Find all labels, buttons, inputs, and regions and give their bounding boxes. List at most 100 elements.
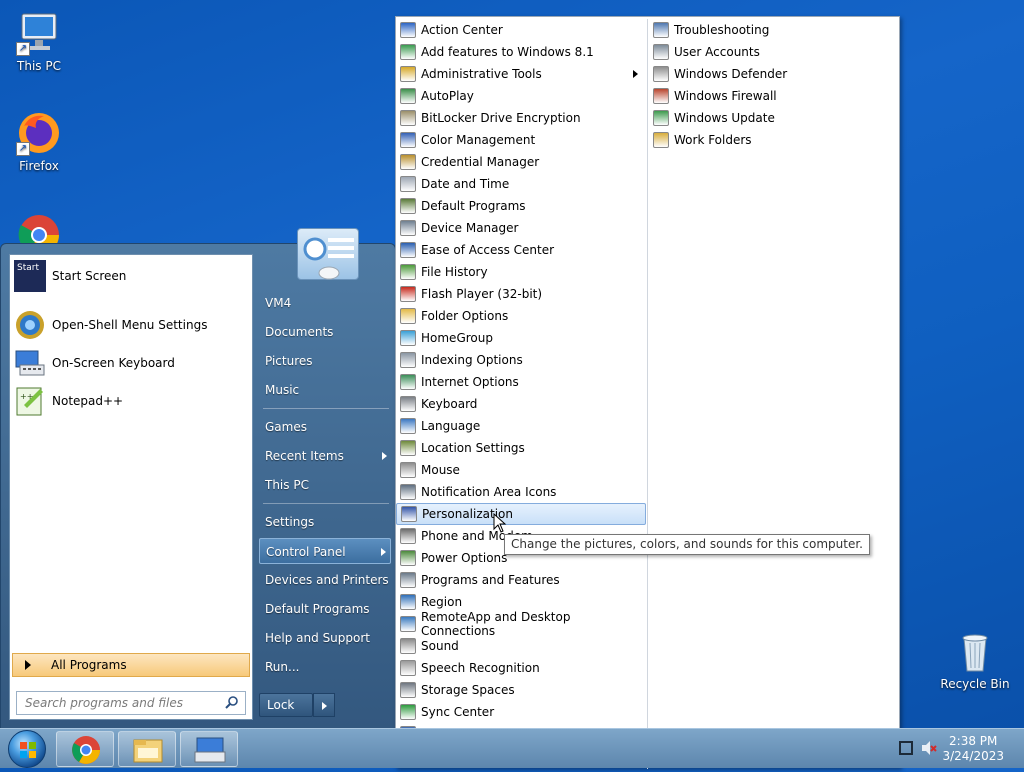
- start-item-help-and-support[interactable]: Help and Support: [259, 625, 391, 651]
- cp-item-windows-defender[interactable]: Windows Defender: [649, 63, 899, 85]
- folder-options-icon: [400, 308, 416, 324]
- desktop-icon-firefox[interactable]: ↗ Firefox: [1, 110, 77, 173]
- pinned-on-screen-keyboard[interactable]: On-Screen Keyboard: [12, 345, 250, 381]
- cp-item-language[interactable]: Language: [396, 415, 646, 437]
- start-item-label: Music: [265, 383, 300, 397]
- start-item-games[interactable]: Games: [259, 414, 391, 440]
- cp-item-troubleshooting[interactable]: Troubleshooting: [649, 19, 899, 41]
- search-input[interactable]: [23, 695, 219, 711]
- taskbar-chrome[interactable]: [56, 731, 114, 767]
- start-item-music[interactable]: Music: [259, 377, 391, 403]
- cp-item-default-programs[interactable]: Default Programs: [396, 195, 646, 217]
- start-item-recent-items[interactable]: Recent Items: [259, 443, 391, 469]
- cp-item-windows-update[interactable]: Windows Update: [649, 107, 899, 129]
- cp-item-action-center[interactable]: Action Center: [396, 19, 646, 41]
- homegroup-icon: [400, 330, 416, 346]
- user-picture[interactable]: [297, 228, 359, 280]
- cp-item-speech-recognition[interactable]: Speech Recognition: [396, 657, 646, 679]
- menu-separator: [263, 408, 389, 409]
- cp-item-user-accounts[interactable]: User Accounts: [649, 41, 899, 63]
- start-item-pictures[interactable]: Pictures: [259, 348, 391, 374]
- cp-item-location-settings[interactable]: Location Settings: [396, 437, 646, 459]
- cp-item-personalization[interactable]: Personalization: [396, 503, 646, 525]
- start-item-control-panel[interactable]: Control Panel: [259, 538, 391, 564]
- taskbar-file-explorer[interactable]: [118, 731, 176, 767]
- cp-item-folder-options[interactable]: Folder Options: [396, 305, 646, 327]
- cp-item-label: Sync Center: [421, 705, 495, 719]
- cp-item-mouse[interactable]: Mouse: [396, 459, 646, 481]
- start-item-devices-and-printers[interactable]: Devices and Printers: [259, 567, 391, 593]
- flash-player-32-bit-icon: [400, 286, 416, 302]
- pinned-notepad-plus-plus[interactable]: ++ Notepad++: [12, 383, 250, 419]
- cp-item-date-and-time[interactable]: Date and Time: [396, 173, 646, 195]
- desktop-icon-label: This PC: [17, 59, 61, 73]
- speech-recognition-icon: [400, 660, 416, 676]
- pinned-label: On-Screen Keyboard: [52, 356, 175, 370]
- cp-item-label: Troubleshooting: [674, 23, 770, 37]
- start-item-documents[interactable]: Documents: [259, 319, 391, 345]
- clock[interactable]: 2:38 PM 3/24/2023: [942, 734, 1004, 764]
- cp-item-sync-center[interactable]: Sync Center: [396, 701, 646, 723]
- network-icon[interactable]: [899, 741, 913, 755]
- cp-item-credential-manager[interactable]: Credential Manager: [396, 151, 646, 173]
- cp-item-keyboard[interactable]: Keyboard: [396, 393, 646, 415]
- cp-item-homegroup[interactable]: HomeGroup: [396, 327, 646, 349]
- cp-item-autoplay[interactable]: AutoPlay: [396, 85, 646, 107]
- cp-item-label: Device Manager: [421, 221, 519, 235]
- cp-item-label: Administrative Tools: [421, 67, 542, 81]
- sound-icon: [400, 638, 416, 654]
- cp-item-programs-and-features[interactable]: Programs and Features: [396, 569, 646, 591]
- desktop-icon-recycle-bin[interactable]: Recycle Bin: [937, 628, 1013, 691]
- pinned-label: Notepad++: [52, 394, 124, 408]
- search-icon[interactable]: [225, 695, 239, 712]
- clock-time: 2:38 PM: [949, 734, 998, 748]
- lock-button[interactable]: Lock: [259, 693, 313, 717]
- date-and-time-icon: [400, 176, 416, 192]
- cp-item-label: AutoPlay: [421, 89, 474, 103]
- cp-item-remoteapp-and-desktop-connections[interactable]: RemoteApp and Desktop Connections: [396, 610, 646, 638]
- cp-item-ease-of-access-center[interactable]: Ease of Access Center: [396, 239, 646, 261]
- cp-item-notification-area-icons[interactable]: Notification Area Icons: [396, 481, 646, 503]
- pinned-start-screen[interactable]: Start Start Screen: [12, 258, 250, 294]
- start-item-label: Control Panel: [266, 545, 346, 559]
- cp-item-label: Region: [421, 595, 463, 609]
- action-center-icon: [400, 22, 416, 38]
- start-item-default-programs[interactable]: Default Programs: [259, 596, 391, 622]
- pinned-open-shell-settings[interactable]: Open-Shell Menu Settings: [12, 307, 250, 343]
- lock-options-button[interactable]: [313, 693, 335, 717]
- start-item-this-pc[interactable]: This PC: [259, 472, 391, 498]
- cp-item-work-folders[interactable]: Work Folders: [649, 129, 899, 151]
- notepad-plus-plus-icon: ++: [14, 385, 46, 417]
- firefox-icon: ↗: [16, 110, 62, 156]
- start-item-label: Default Programs: [265, 602, 370, 616]
- cp-item-label: Windows Defender: [674, 67, 788, 81]
- cp-item-color-management[interactable]: Color Management: [396, 129, 646, 151]
- cp-item-storage-spaces[interactable]: Storage Spaces: [396, 679, 646, 701]
- cp-item-bitlocker-drive-encryption[interactable]: BitLocker Drive Encryption: [396, 107, 646, 129]
- internet-options-icon: [400, 374, 416, 390]
- programs-and-features-icon: [400, 572, 416, 588]
- keyboard-icon: [400, 396, 416, 412]
- cp-item-indexing-options[interactable]: Indexing Options: [396, 349, 646, 371]
- work-folders-icon: [653, 132, 669, 148]
- start-item-settings[interactable]: Settings: [259, 509, 391, 535]
- notification-area-icons-icon: [400, 484, 416, 500]
- volume-muted-icon[interactable]: [921, 740, 937, 759]
- taskbar-on-screen-keyboard[interactable]: [180, 731, 238, 767]
- cp-item-file-history[interactable]: File History: [396, 261, 646, 283]
- cp-item-device-manager[interactable]: Device Manager: [396, 217, 646, 239]
- cp-item-internet-options[interactable]: Internet Options: [396, 371, 646, 393]
- start-item-run[interactable]: Run...: [259, 654, 391, 680]
- file-history-icon: [400, 264, 416, 280]
- cp-item-add-features-to-windows-8-1[interactable]: Add features to Windows 8.1: [396, 41, 646, 63]
- start-item-vm4[interactable]: VM4: [259, 290, 391, 316]
- cp-item-flash-player-32-bit[interactable]: Flash Player (32-bit): [396, 283, 646, 305]
- desktop-icon-this-pc[interactable]: ↗ This PC: [1, 10, 77, 73]
- cp-item-windows-firewall[interactable]: Windows Firewall: [649, 85, 899, 107]
- cp-item-label: BitLocker Drive Encryption: [421, 111, 581, 125]
- cp-item-sound[interactable]: Sound: [396, 635, 646, 657]
- search-box[interactable]: [16, 691, 246, 715]
- all-programs-button[interactable]: All Programs: [12, 653, 250, 677]
- cp-item-administrative-tools[interactable]: Administrative Tools: [396, 63, 646, 85]
- start-button[interactable]: [8, 730, 46, 768]
